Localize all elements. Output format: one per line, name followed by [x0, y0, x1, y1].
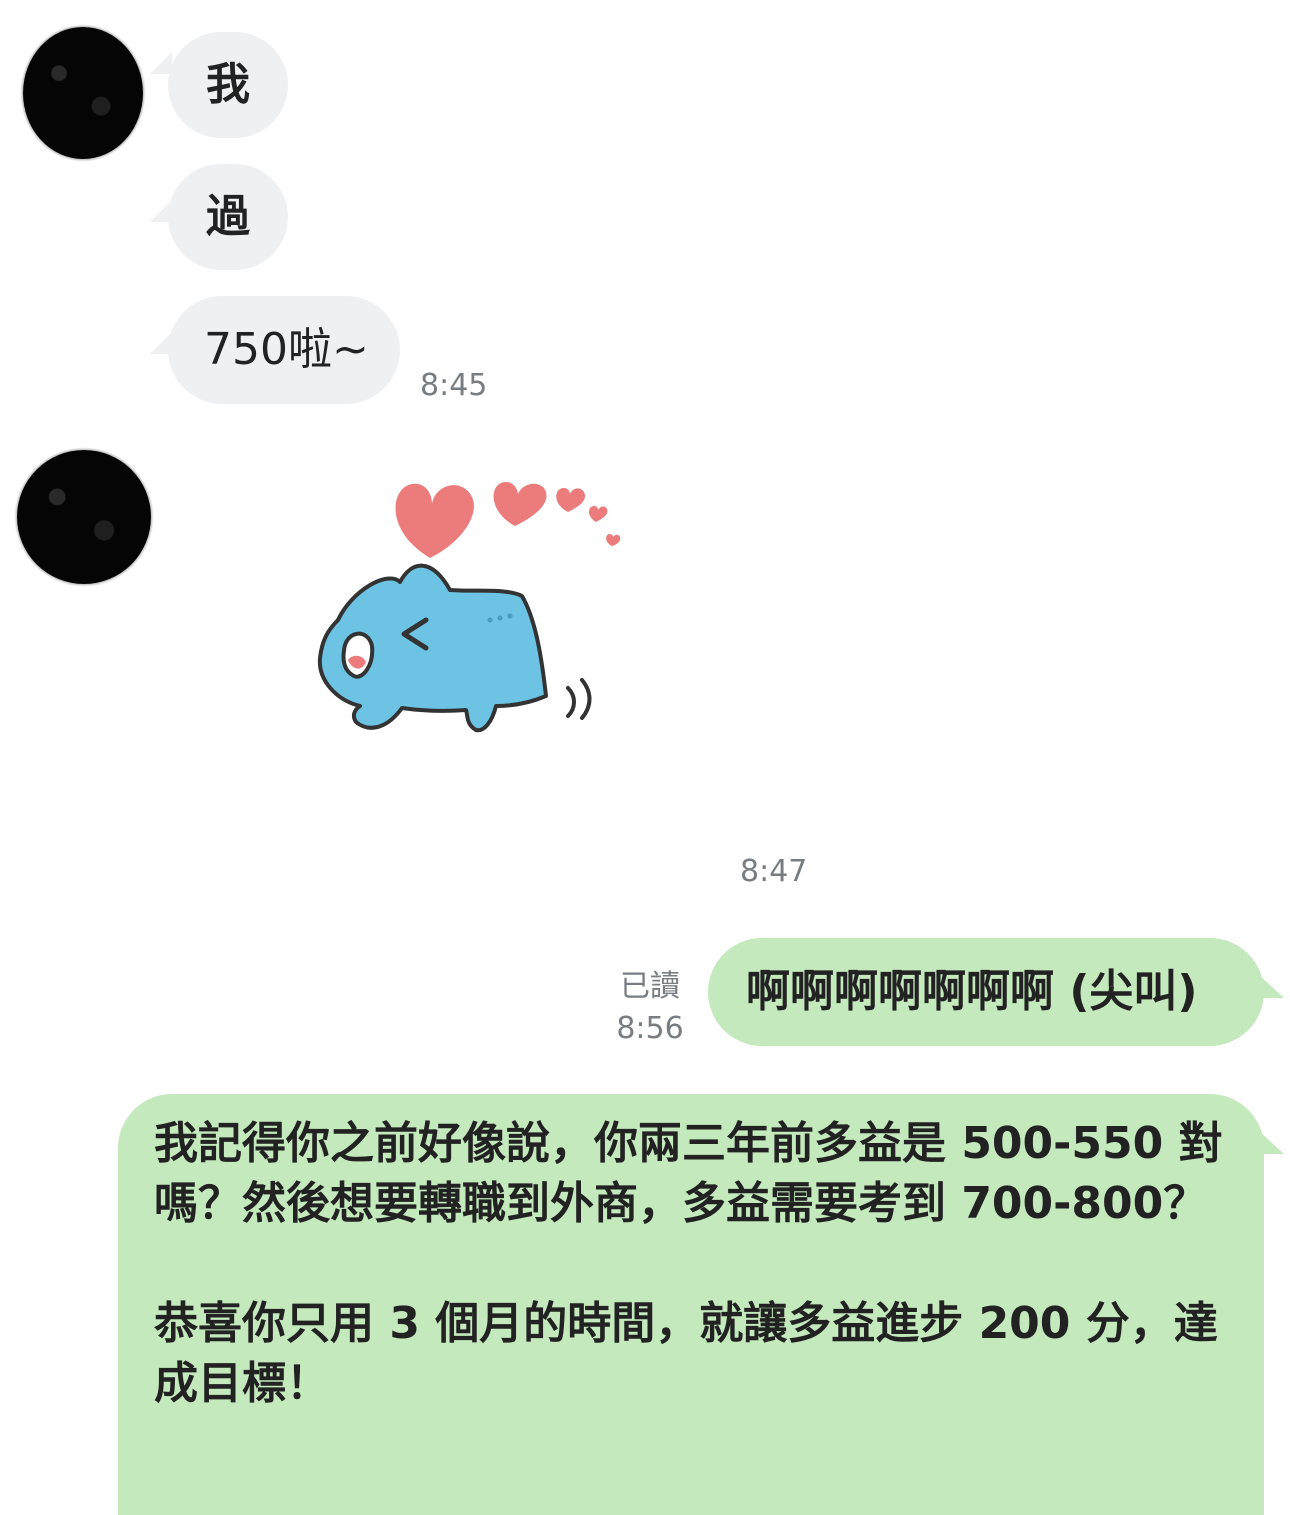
chat-view: 我 過 750啦~ 8:45 8:47 已讀 8:56 啊啊啊啊啊啊啊 (尖叫)… [0, 0, 1290, 1515]
message-paragraph: 恭喜你只用 3 個月的時間，就讓多益進步 200 分，達成目標！ [154, 1298, 1218, 1409]
incoming-message-bubble[interactable]: 750啦~ [150, 296, 400, 404]
read-receipt: 已讀 8:56 [612, 966, 688, 1050]
incoming-message-bubble[interactable]: 過 [150, 164, 288, 270]
message-text: 我記得你之前好像說，你兩三年前多益是 500-550 對嗎？然後想要轉職到外商，… [154, 1114, 1244, 1414]
cat-mouth [341, 631, 375, 679]
heart-icon [556, 488, 586, 512]
message-paragraph: 我記得你之前好像說，你兩三年前多益是 500-550 對嗎？然後想要轉職到外商，… [154, 1118, 1223, 1229]
heart-icon [493, 482, 547, 526]
contact-avatar[interactable] [17, 450, 151, 584]
sticker-image [317, 482, 621, 733]
message-text: 過 [206, 191, 250, 242]
heart-icon [606, 534, 621, 546]
message-text: 啊啊啊啊啊啊啊 (尖叫) [746, 966, 1198, 1017]
message-timestamp: 8:56 [616, 1011, 684, 1046]
heart-icon [589, 506, 608, 522]
outgoing-message-bubble[interactable]: 我記得你之前好像說，你兩三年前多益是 500-550 對嗎？然後想要轉職到外商，… [118, 1094, 1284, 1515]
incoming-message-bubble[interactable]: 我 [150, 32, 288, 138]
outgoing-message-bubble[interactable]: 啊啊啊啊啊啊啊 (尖叫) [708, 938, 1284, 1046]
contact-avatar[interactable] [23, 27, 143, 159]
message-text: 我 [206, 59, 250, 110]
read-status: 已讀 [620, 969, 680, 1004]
message-text: 750啦~ [204, 324, 369, 375]
message-timestamp: 8:47 [740, 854, 808, 889]
blue-cat-hearts-sticker[interactable] [300, 470, 640, 760]
message-timestamp: 8:45 [420, 368, 488, 403]
heart-icon [395, 483, 474, 558]
